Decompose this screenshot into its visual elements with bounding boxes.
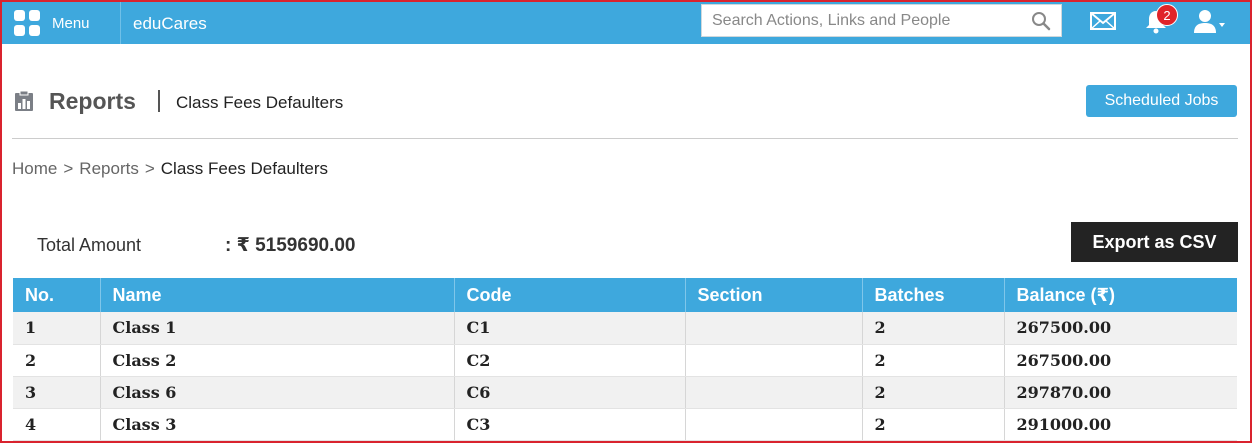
cell-batches: 2 [862,408,1005,441]
column-header-balance[interactable]: Balance (₹) [1004,278,1237,312]
menu-button[interactable]: Menu [14,2,120,44]
table-row[interactable]: 3 Class 6 C6 2 297870.00 [13,376,1237,409]
cell-name: Class 2 [100,344,455,377]
table-row[interactable]: 2 Class 2 C2 2 267500.00 [13,344,1237,377]
cell-section [685,408,863,441]
cell-balance: 267500.00 [1004,344,1237,377]
breadcrumb-current: Class Fees Defaulters [160,159,328,178]
cell-name: Class 6 [100,376,455,409]
cell-no: 1 [13,312,101,345]
search-box [701,4,1062,37]
cell-section [685,376,863,409]
cell-code: C6 [454,376,686,409]
total-amount-value: : ₹ 5159690.00 [225,235,356,256]
cell-balance: 267500.00 [1004,312,1237,345]
breadcrumb-home[interactable]: Home [12,159,57,178]
menu-grid-icon [14,10,40,36]
mail-icon[interactable] [1090,11,1116,31]
cell-batches: 2 [862,344,1005,377]
report-icon [15,90,33,111]
user-icon[interactable] [1193,8,1227,34]
column-header-no[interactable]: No. [13,278,101,312]
breadcrumb-reports[interactable]: Reports [79,159,139,178]
cell-name: Class 3 [100,408,455,441]
breadcrumb: Home > Reports > Class Fees Defaulters [12,159,328,179]
table-row[interactable]: 1 Class 1 C1 2 267500.00 [13,312,1237,345]
table-header-row: No. Name Code Section Batches Balance (₹… [13,278,1237,312]
page-title: Reports [49,88,136,114]
column-header-name[interactable]: Name [100,278,455,312]
cell-section [685,344,863,377]
cell-code: C2 [454,344,686,377]
export-csv-button[interactable]: Export as CSV [1071,222,1238,262]
search-input[interactable] [702,5,1022,36]
column-header-code[interactable]: Code [454,278,686,312]
cell-no: 4 [13,408,101,441]
header-divider [12,138,1238,139]
defaulters-table: No. Name Code Section Batches Balance (₹… [13,278,1237,441]
table-row[interactable]: 4 Class 3 C3 2 291000.00 [13,408,1237,441]
cell-no: 3 [13,376,101,409]
cell-code: C3 [454,408,686,441]
cell-no: 2 [13,344,101,377]
top-nav-bar: Menu eduCares 2 [2,2,1250,44]
total-amount-label: Total Amount [37,235,142,255]
cell-batches: 2 [862,312,1005,345]
column-header-batches[interactable]: Batches [862,278,1005,312]
search-icon[interactable] [1031,11,1051,31]
page-subtitle: Class Fees Defaulters [176,93,344,112]
cell-balance: 297870.00 [1004,376,1237,409]
brand-link[interactable]: eduCares [133,14,207,34]
breadcrumb-separator: > [63,159,74,178]
cell-code: C1 [454,312,686,345]
menu-label: Menu [52,14,90,32]
column-header-section[interactable]: Section [685,278,863,312]
cell-name: Class 1 [100,312,455,345]
breadcrumb-separator: > [144,159,155,178]
cell-batches: 2 [862,376,1005,409]
cell-balance: 291000.00 [1004,408,1237,441]
title-separator [158,90,160,112]
cell-section [685,312,863,345]
nav-divider [120,2,121,44]
scheduled-jobs-button[interactable]: Scheduled Jobs [1086,85,1237,117]
notification-badge: 2 [1156,4,1178,26]
